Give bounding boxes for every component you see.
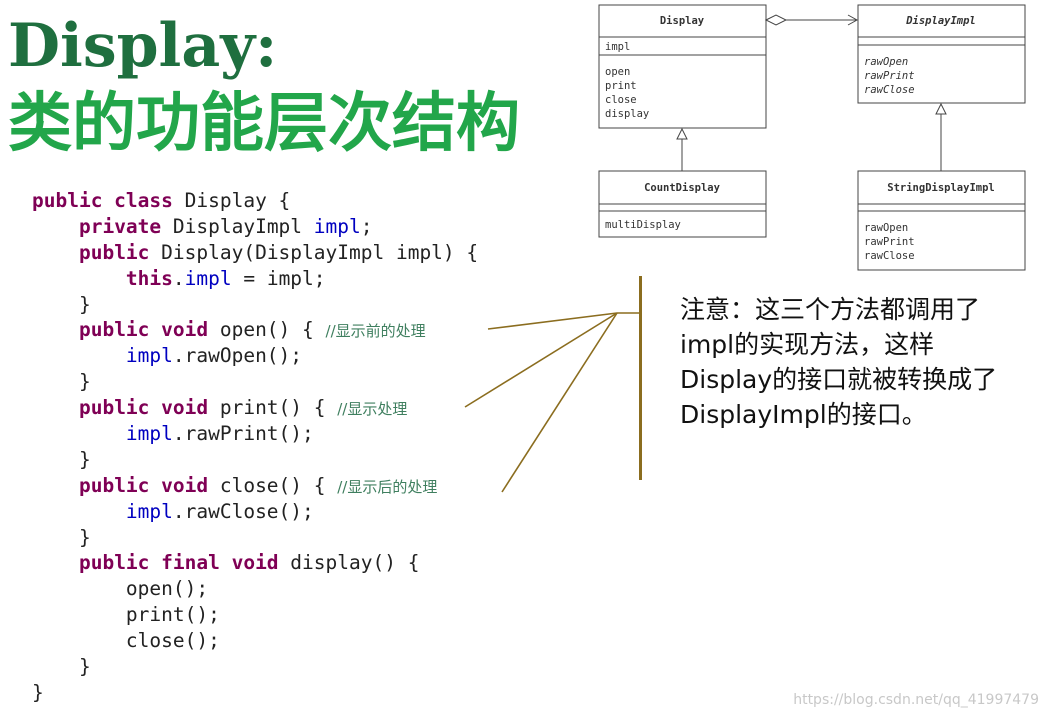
uml-class-displayimpl: DisplayImpl rawOpen rawPrint rawClose [857, 4, 1026, 104]
uml-class-display: Display impl open print close display [598, 4, 767, 129]
uml-display-method: print [605, 80, 637, 92]
callout-bracket [639, 276, 642, 480]
uml-displayimpl-method: rawPrint [864, 70, 915, 82]
uml-inheritance-arrow-countdisplay [676, 127, 688, 171]
uml-stringdisplayimpl-method: rawOpen [864, 222, 908, 234]
uml-countdisplay-name: CountDisplay [644, 182, 721, 194]
uml-display-method: open [605, 66, 630, 78]
uml-displayimpl-name: DisplayImpl [905, 15, 976, 27]
uml-display-method: display [605, 108, 649, 120]
uml-display-method: close [605, 94, 637, 106]
uml-countdisplay-method: multiDisplay [605, 219, 681, 231]
watermark: https://blog.csdn.net/qq_41997479 [793, 692, 1039, 708]
uml-class-stringdisplayimpl: StringDisplayImpl rawOpen rawPrint rawCl… [857, 170, 1026, 271]
callout-lines [464, 312, 640, 493]
uml-aggregation-arrow [764, 14, 859, 26]
uml-display-name: Display [660, 15, 705, 27]
uml-inheritance-arrow-stringdisplayimpl [935, 102, 947, 171]
uml-displayimpl-method: rawOpen [864, 56, 908, 68]
uml-stringdisplayimpl-name: StringDisplayImpl [887, 182, 994, 194]
uml-display-field: impl [605, 41, 630, 53]
note-text: 注意：这三个方法都调用了impl的实现方法，这样Display的接口就被转换成了… [680, 295, 998, 429]
uml-stringdisplayimpl-method: rawPrint [864, 236, 915, 248]
uml-displayimpl-method: rawClose [864, 84, 915, 96]
uml-class-countdisplay: CountDisplay multiDisplay [598, 170, 767, 238]
uml-stringdisplayimpl-method: rawClose [864, 250, 915, 262]
